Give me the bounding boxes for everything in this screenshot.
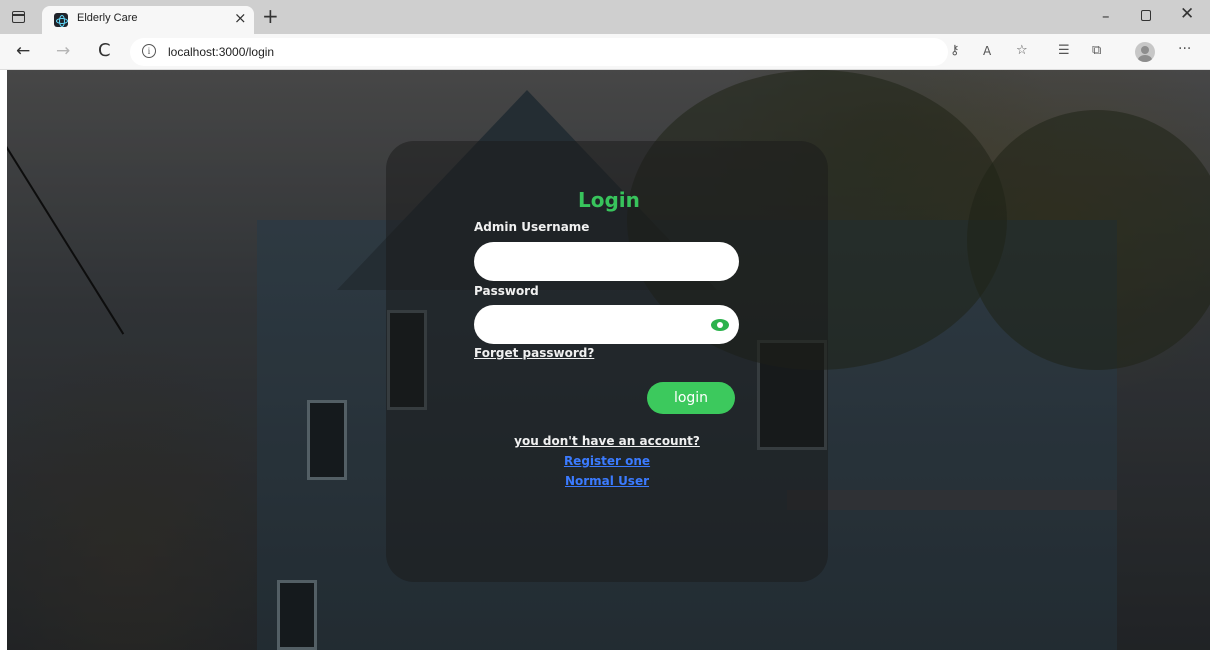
browser-tab-bar: Elderly Care × + – ✕ — [0, 0, 1210, 34]
normal-user-link[interactable]: Normal User — [457, 474, 757, 488]
close-window-icon[interactable]: ✕ — [1180, 6, 1194, 23]
info-icon[interactable]: i — [142, 44, 156, 58]
login-title: Login — [578, 188, 640, 212]
register-link[interactable]: Register one — [457, 454, 757, 468]
username-input[interactable] — [474, 242, 739, 281]
minimize-icon[interactable]: – — [1102, 8, 1110, 24]
favorite-star-icon[interactable]: ☆ — [1016, 43, 1028, 59]
maximize-icon[interactable] — [1141, 10, 1151, 21]
reload-icon[interactable]: C — [98, 41, 111, 61]
new-tab-icon[interactable]: + — [262, 4, 279, 28]
password-input[interactable] — [474, 305, 739, 344]
favorites-list-icon[interactable]: ☰ — [1058, 43, 1070, 59]
show-password-eye-icon[interactable] — [711, 319, 729, 331]
username-label: Admin Username — [474, 220, 590, 234]
more-icon[interactable]: ··· — [1178, 41, 1191, 57]
collections-icon[interactable]: ⧉ — [1092, 43, 1101, 59]
key-icon[interactable]: ⚷ — [950, 43, 960, 59]
window-layout-icon[interactable] — [12, 11, 25, 23]
forward-arrow-icon[interactable]: → — [56, 41, 70, 61]
login-button[interactable]: login — [647, 382, 735, 414]
react-icon — [54, 13, 68, 27]
url-bar[interactable]: i localhost:3000/login — [130, 38, 948, 66]
browser-tab[interactable]: Elderly Care × — [42, 6, 254, 34]
browser-address-bar: ← → C i localhost:3000/login ⚷ A ☆ ☰ ⧉ ·… — [0, 34, 1210, 70]
close-tab-icon[interactable]: × — [234, 9, 247, 27]
read-aloud-icon[interactable]: A — [983, 43, 991, 59]
no-account-text: you don't have an account? — [514, 434, 700, 448]
back-arrow-icon[interactable]: ← — [16, 41, 30, 61]
profile-avatar-icon[interactable] — [1135, 42, 1155, 62]
url-text[interactable]: localhost:3000/login — [168, 45, 274, 59]
password-label: Password — [474, 284, 539, 298]
tab-title: Elderly Care — [77, 12, 138, 24]
forgot-password-link[interactable]: Forget password? — [474, 346, 594, 360]
